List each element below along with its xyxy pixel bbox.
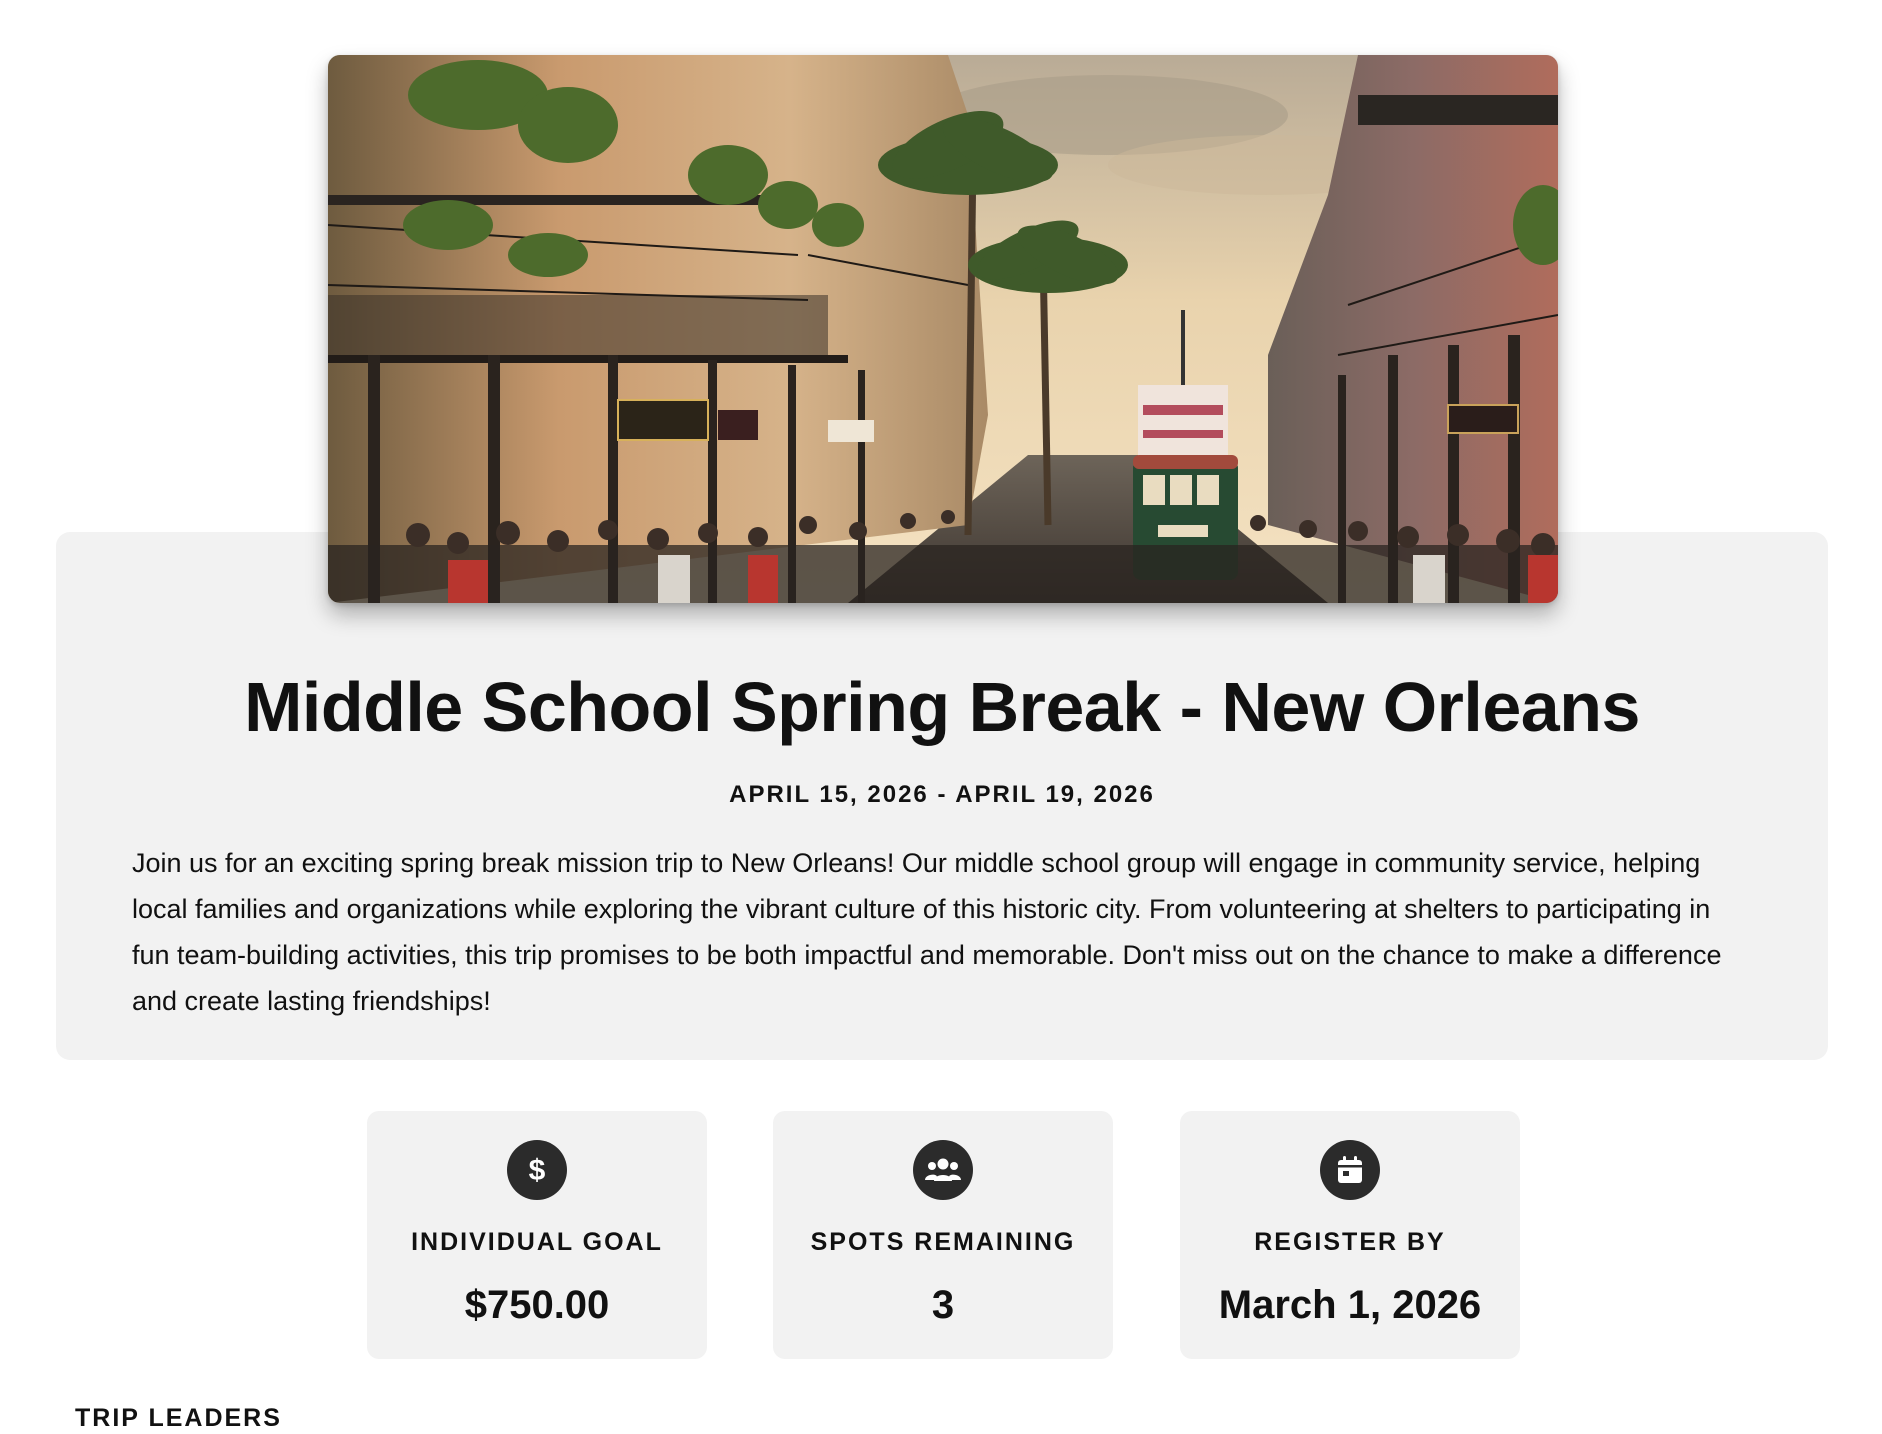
calendar-icon <box>1320 1140 1380 1200</box>
register-by-value: March 1, 2026 <box>1218 1283 1482 1327</box>
register-by-label: REGISTER BY <box>1254 1228 1446 1256</box>
trip-description: Join us for an exciting spring break mis… <box>132 848 1722 1016</box>
trip-dates: APRIL 15, 2026 - APRIL 19, 2026 <box>729 781 1155 808</box>
register-by-card: REGISTER BY March 1, 2026 <box>1180 1111 1520 1359</box>
group-icon <box>913 1140 973 1200</box>
dollar-icon: $ <box>507 1140 567 1200</box>
spots-remaining-label: SPOTS REMAINING <box>810 1228 1076 1256</box>
individual-goal-card: $ INDIVIDUAL GOAL $750.00 <box>367 1111 707 1359</box>
page-title: Middle School Spring Break - New Orleans <box>244 668 1640 746</box>
individual-goal-label: INDIVIDUAL GOAL <box>411 1228 663 1256</box>
individual-goal-value: $750.00 <box>464 1283 610 1327</box>
hero-image <box>328 55 1558 603</box>
trip-leaders-heading: TRIP LEADERS <box>75 1404 282 1432</box>
svg-text:$: $ <box>529 1154 546 1187</box>
spots-remaining-card: SPOTS REMAINING 3 <box>773 1111 1113 1359</box>
hero-street-scene <box>328 55 1558 603</box>
spots-remaining-value: 3 <box>931 1283 955 1327</box>
